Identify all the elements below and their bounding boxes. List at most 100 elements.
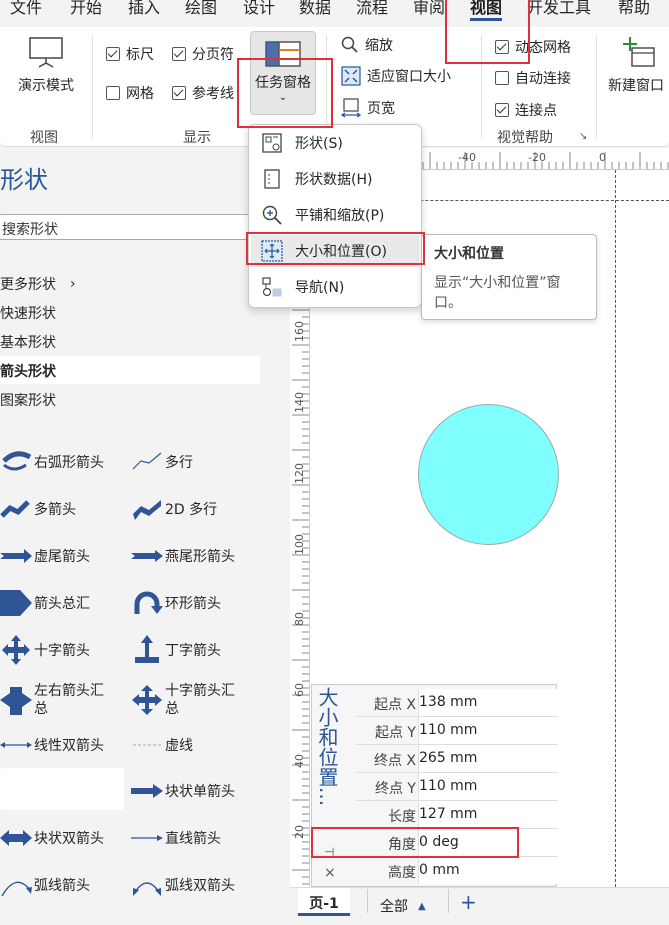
shape-label: 多箭头: [34, 502, 76, 518]
dynamic-grid-label: 动态网格: [515, 40, 571, 56]
tab-draw[interactable]: 绘图: [185, 0, 217, 23]
shape-item[interactable]: 燕尾形箭头: [131, 541, 235, 571]
shape-item[interactable]: 丁字箭头: [131, 635, 221, 665]
shape-label: 左右箭头汇总: [34, 683, 104, 717]
menu-item-navigation[interactable]: 导航(N): [261, 276, 344, 298]
tab-design[interactable]: 设计: [243, 0, 275, 23]
start-x-value[interactable]: 138 mm: [418, 689, 558, 716]
shape-item[interactable]: 线性双箭头: [0, 730, 104, 760]
tab-insert[interactable]: 插入: [128, 0, 160, 23]
ruler-label: 40: [293, 754, 306, 768]
menu-item-label: 形状(S): [295, 136, 343, 152]
shape-item[interactable]: 弧线箭头: [0, 870, 90, 900]
ruler-label: 20: [293, 825, 306, 839]
connection-points-checkbox[interactable]: 连接点: [495, 100, 557, 120]
shape-item[interactable]: 左右箭头汇总: [0, 682, 114, 718]
start-y-value[interactable]: 110 mm: [418, 717, 558, 744]
shape-item[interactable]: 箭头总汇: [0, 588, 90, 618]
category-basic-shapes[interactable]: 基本形状: [0, 332, 56, 352]
ruler-label: 80: [293, 612, 306, 626]
shape-item[interactable]: 多箭头: [0, 494, 76, 524]
shape-item[interactable]: 2D 多行: [131, 494, 217, 524]
dynamic-grid-checkbox[interactable]: 动态网格: [495, 37, 571, 57]
tab-view[interactable]: 视图: [470, 0, 503, 23]
length-value[interactable]: 127 mm: [418, 801, 558, 828]
menu-item-label: 大小和位置(O): [295, 244, 387, 260]
shape-item[interactable]: 环形箭头: [131, 588, 221, 618]
present-mode-button[interactable]: 演示模式: [12, 33, 80, 103]
shape-item[interactable]: 十字箭头: [0, 635, 90, 665]
guides-checkbox[interactable]: 参考线: [172, 83, 234, 103]
ruler-label: -40: [458, 151, 476, 164]
menu-item-pan-zoom[interactable]: 平铺和缩放(P): [261, 204, 384, 226]
ruler-checkbox[interactable]: 标尺: [106, 44, 154, 64]
height-value[interactable]: 0 mm: [418, 857, 558, 884]
page-width-button[interactable]: 页宽: [341, 98, 395, 118]
page-break-line: [615, 170, 616, 887]
category-quick-shapes[interactable]: 快速形状: [0, 303, 56, 323]
shape-label: 丁字箭头: [165, 643, 221, 659]
page-width-icon: [341, 98, 361, 118]
auto-connect-checkbox[interactable]: 自动连接: [495, 68, 571, 88]
task-pane-button[interactable]: 任务窗格 ⌄: [250, 31, 316, 115]
shapes-panel: 形状 搜索形状 更多形状 › 快速形状 基本形状 箭头形状 图案形状 右弧形箭头多…: [0, 148, 289, 925]
menu-item-label: 平铺和缩放(P): [295, 208, 385, 224]
arc-arrow-icon: [1, 881, 32, 897]
all-pages-button[interactable]: 全部 ▲: [380, 896, 426, 916]
row-label: 长度: [388, 809, 416, 825]
pin-icon[interactable]: ⊣: [324, 845, 334, 859]
shape-label: 块状双箭头: [34, 831, 104, 847]
shape-label: 线性双箭头: [34, 738, 104, 754]
more-shapes-item[interactable]: 更多形状 ›: [0, 274, 76, 294]
new-window-button[interactable]: 新建窗口: [604, 33, 669, 113]
page-tab-1[interactable]: 页-1: [298, 888, 350, 916]
dialog-launcher-icon[interactable]: ↘: [579, 131, 587, 142]
menu-item-label: 形状数据(H): [295, 172, 373, 188]
end-y-value[interactable]: 110 mm: [418, 773, 558, 800]
size-row-length: 长度 127 mm: [356, 801, 558, 829]
shape-item[interactable]: 虚尾箭头: [0, 541, 90, 571]
menu-item-size-position[interactable]: 大小和位置(O): [261, 240, 387, 262]
zoom-button[interactable]: 缩放: [341, 35, 393, 55]
tab-developer[interactable]: 开发工具: [527, 0, 591, 23]
shape-item[interactable]: 直线箭头: [131, 823, 221, 853]
shape-item[interactable]: 虚线: [131, 730, 193, 760]
close-icon[interactable]: ×: [324, 865, 336, 881]
menu-item-shape-data[interactable]: 形状数据(H): [261, 168, 372, 190]
shape-label: 块状单箭头: [165, 784, 235, 800]
row-label: 角度: [388, 837, 416, 853]
shape-item[interactable]: 十字箭头汇总: [131, 682, 245, 718]
add-page-icon[interactable]: +: [460, 890, 477, 914]
shapes-pane-icon: [262, 133, 282, 153]
navigation-icon: [262, 277, 282, 297]
row-label: 起点 X: [373, 697, 416, 713]
end-x-value[interactable]: 265 mm: [418, 745, 558, 772]
shape-item[interactable]: 右弧形箭头: [0, 447, 104, 477]
grid-checkbox[interactable]: 网格: [106, 83, 154, 103]
category-pattern-shapes[interactable]: 图案形状: [0, 390, 56, 410]
fit-window-button[interactable]: 适应窗口大小: [341, 66, 451, 86]
multi-arrow-icon: [0, 500, 30, 518]
shape-item[interactable]: 块状单箭头: [131, 776, 235, 806]
search-input[interactable]: 搜索形状: [0, 214, 263, 240]
more-shapes-label: 更多形状: [0, 277, 56, 293]
menu-item-shapes[interactable]: 形状(S): [261, 132, 343, 154]
tab-data[interactable]: 数据: [299, 0, 331, 23]
angle-value[interactable]: 0 deg: [418, 829, 558, 856]
category-arrow-shapes[interactable]: 箭头形状: [0, 361, 56, 381]
shape-item[interactable]: 多行: [131, 447, 193, 477]
tab-process[interactable]: 流程: [356, 0, 388, 23]
chevron-down-icon: ⌄: [278, 92, 288, 103]
shape-item[interactable]: 块状双箭头: [0, 823, 104, 853]
shape-label: 燕尾形箭头: [165, 549, 235, 565]
tab-home[interactable]: 开始: [70, 0, 102, 23]
pagebreak-checkbox[interactable]: 分页符: [172, 44, 234, 64]
checkbox-box: [106, 86, 120, 100]
tab-review[interactable]: 审阅: [413, 0, 445, 23]
circle-shape[interactable]: [418, 404, 559, 545]
task-pane-icon: [265, 41, 301, 67]
tab-help[interactable]: 帮助: [618, 0, 650, 23]
separator: [367, 889, 368, 913]
tab-file[interactable]: 文件: [10, 0, 42, 23]
shape-item[interactable]: 弧线双箭头: [131, 870, 235, 900]
